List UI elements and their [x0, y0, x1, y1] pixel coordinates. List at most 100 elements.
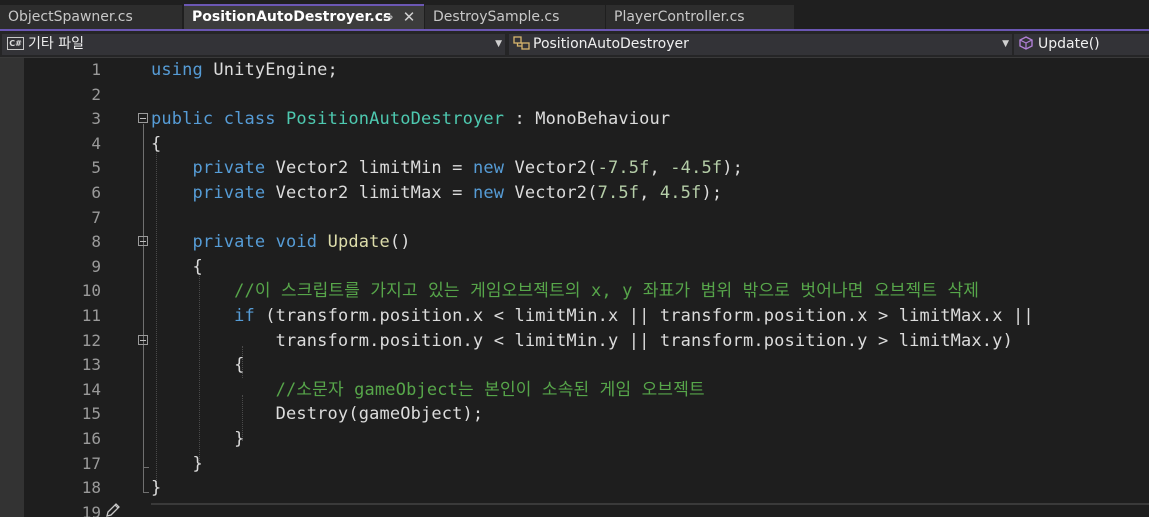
code-line-9: {: [151, 255, 203, 279]
keyword: class: [223, 109, 276, 130]
code-text: : MonoBehaviour: [504, 109, 671, 130]
code-line-10: //이 스크립트를 가지고 있는 게임오브젝트의 x, y 좌표가 범위 밖으로…: [151, 279, 979, 303]
code-text: (): [389, 232, 411, 253]
keyword: private: [192, 232, 266, 253]
keyword: if: [234, 306, 255, 326]
keyword: new: [472, 158, 505, 179]
line-number: 13: [81, 355, 101, 375]
collapse-icon[interactable]: [138, 335, 148, 345]
code-line-15: Destroy(gameObject);: [151, 402, 484, 426]
member-dropdown[interactable]: Update(): [1014, 34, 1149, 55]
method-name: Update: [327, 232, 390, 253]
close-icon[interactable]: ✕: [401, 6, 417, 28]
code-text: Vector2(: [504, 183, 598, 203]
line-number: 15: [81, 404, 101, 424]
class-name: PositionAutoDestroyer: [286, 109, 505, 130]
member-label: Update(): [1038, 36, 1100, 52]
collapse-icon[interactable]: [138, 113, 148, 123]
code-line-12: transform.position.y < limitMin.y || tra…: [151, 329, 1013, 353]
method-icon: [1019, 36, 1033, 50]
outline-line: [143, 247, 144, 467]
code-text: }: [234, 429, 245, 449]
pencil-icon: [106, 503, 120, 517]
line-number: 18: [81, 478, 101, 498]
number-literal: -4.5f: [670, 158, 723, 179]
code-line-1: using UnityEngine;: [151, 58, 338, 82]
project-dropdown[interactable]: C# 기타 파일 ▼: [2, 34, 505, 55]
line-number: 16: [81, 429, 101, 448]
code-line-3: public class PositionAutoDestroyer : Mon…: [151, 107, 670, 131]
outline-end: [143, 492, 149, 493]
line-number: 12: [81, 330, 101, 350]
class-icon: [513, 36, 530, 50]
chevron-down-icon: ▼: [495, 39, 502, 49]
line-number: 6: [91, 183, 101, 202]
code-text: ,: [649, 158, 671, 179]
comment: //이 스크립트를 가지고 있는 게임오브젝트의 x, y 좌표가 범위 밖으로…: [234, 281, 980, 302]
navigation-bar: C# 기타 파일 ▼ PositionAutoDestroyer ▼ Update…: [0, 31, 1149, 58]
tab-strip: ObjectSpawner.cs PositionAutoDestroyer.c…: [0, 0, 1149, 31]
line-number: 11: [81, 306, 101, 325]
csharp-project-icon: C#: [7, 36, 24, 50]
code-line-17: }: [151, 452, 203, 476]
number-literal: 7.5f: [597, 183, 640, 203]
code-text: }: [192, 453, 203, 474]
project-label: 기타 파일: [28, 36, 84, 52]
code-text: {: [234, 355, 245, 376]
code-text: ,: [639, 183, 660, 203]
keyword: private: [192, 183, 266, 203]
collapse-icon[interactable]: [138, 236, 148, 246]
line-number: 4: [91, 133, 101, 153]
tab-objectspawner[interactable]: ObjectSpawner.cs: [0, 5, 182, 29]
type-label: PositionAutoDestroyer: [533, 36, 689, 52]
code-line-8: private void Update(): [151, 230, 411, 254]
chevron-down-icon: ▼: [1002, 39, 1009, 49]
line-number: 3: [91, 109, 101, 129]
line-number: 19: [81, 502, 101, 517]
line-number: 9: [91, 256, 101, 276]
line-number: 17: [81, 453, 101, 473]
code-line-11: if (transform.position.x < limitMin.x ||…: [151, 304, 1034, 328]
line-number: 8: [91, 232, 101, 252]
code-text: );: [701, 183, 723, 203]
code-text: }: [151, 478, 162, 499]
code-line-5: private Vector2 limitMin = new Vector2(-…: [151, 156, 743, 180]
line-number: 14: [81, 379, 101, 399]
code-line-4: {: [151, 133, 162, 154]
code-text: Destroy(gameObject);: [275, 404, 484, 425]
code-text: );: [722, 158, 744, 179]
tab-label: DestroySample.cs: [433, 9, 560, 25]
code-line-14: //소문자 gameObject는 본인이 소속된 게임 오브젝트: [151, 378, 705, 402]
tab-destroysample[interactable]: DestroySample.cs: [425, 5, 605, 29]
line-number: 7: [91, 207, 101, 227]
outline-end: [143, 467, 149, 468]
keyword: void: [275, 232, 318, 253]
code-text: transform.position.y < limitMin.y || tra…: [275, 330, 1013, 351]
code-text: {: [192, 256, 203, 277]
keyword: public: [151, 109, 214, 130]
code-text: UnityEngine;: [202, 60, 338, 80]
code-line-16: }: [151, 427, 244, 451]
code-editor[interactable]: 1 2 3 4 5 6 7 8 9 10 11 12 13 14 15 16 1…: [0, 58, 1149, 517]
keyword: private: [192, 158, 266, 179]
line-number: 2: [91, 84, 101, 104]
number-literal: -7.5f: [597, 158, 650, 179]
line-number: 5: [91, 158, 101, 178]
pin-icon[interactable]: ⊸: [381, 6, 395, 28]
tab-label: ObjectSpawner.cs: [8, 9, 133, 25]
tab-playercontroller[interactable]: PlayerController.cs: [606, 5, 794, 29]
keyword: using: [151, 60, 203, 80]
code-line-6: private Vector2 limitMax = new Vector2(7…: [151, 181, 723, 205]
code-text: (transform.position.x < limitMin.x || tr…: [254, 306, 1034, 326]
type-dropdown[interactable]: PositionAutoDestroyer ▼: [509, 34, 1012, 55]
current-line-highlight: [151, 503, 1149, 505]
tab-label: PositionAutoDestroyer.cs: [192, 9, 392, 25]
line-number: 10: [81, 281, 101, 301]
line-number: 1: [91, 60, 101, 79]
comment: //소문자 gameObject는 본인이 소속된 게임 오브젝트: [275, 379, 705, 400]
code-text: Vector2(: [504, 158, 598, 179]
code-text: Vector2 limitMin =: [265, 158, 473, 179]
tab-positionautodestroyer[interactable]: PositionAutoDestroyer.cs ⊸ ✕: [184, 4, 424, 30]
editor-margin: [0, 58, 24, 517]
tab-label: PlayerController.cs: [614, 9, 745, 25]
